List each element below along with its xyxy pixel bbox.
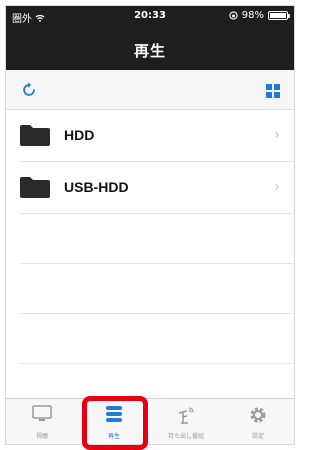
top-bar: 圏外 20:33 98% 再生 xyxy=(6,6,294,70)
gear-icon xyxy=(250,407,266,423)
empty-row xyxy=(20,214,294,264)
battery-area: 98% xyxy=(229,10,290,21)
tab-watch[interactable]: 視聴 xyxy=(6,399,78,444)
list-item[interactable]: HDD › xyxy=(20,110,294,162)
app-screen: 圏外 20:33 98% 再生 HDD › USB-HDD › 視聴 再生 持ち… xyxy=(6,6,294,444)
grid-view-icon[interactable] xyxy=(266,84,280,98)
source-list: HDD › USB-HDD › xyxy=(6,110,294,414)
empty-row xyxy=(20,264,294,314)
orientation-lock-icon xyxy=(229,11,238,20)
toolbar xyxy=(6,70,294,110)
tab-bar: 視聴 再生 持ち出し番組 設定 xyxy=(6,398,294,444)
tab-settings[interactable]: 設定 xyxy=(222,399,294,444)
tab-label: 設定 xyxy=(251,433,264,440)
tv-icon xyxy=(32,405,52,421)
antenna-icon xyxy=(178,407,194,424)
refresh-icon[interactable] xyxy=(20,81,38,99)
list-item[interactable]: USB-HDD › xyxy=(20,162,294,214)
battery-icon xyxy=(268,11,290,20)
list-item-label: USB-HDD xyxy=(64,179,129,195)
list-item-label: HDD xyxy=(64,127,95,143)
empty-row xyxy=(20,314,294,364)
battery-percent: 98% xyxy=(241,10,264,21)
tab-label: 視聴 xyxy=(35,433,48,440)
status-bar: 圏外 20:33 98% xyxy=(6,6,294,26)
folder-icon xyxy=(20,125,50,146)
highlight-box xyxy=(82,396,148,450)
folder-icon xyxy=(20,177,50,198)
chevron-right-icon: › xyxy=(274,127,280,143)
page-title: 再生 xyxy=(133,42,166,60)
chevron-right-icon: › xyxy=(274,179,280,195)
tab-takeout[interactable]: 持ち出し番組 xyxy=(150,399,222,444)
tab-label: 持ち出し番組 xyxy=(167,433,204,440)
